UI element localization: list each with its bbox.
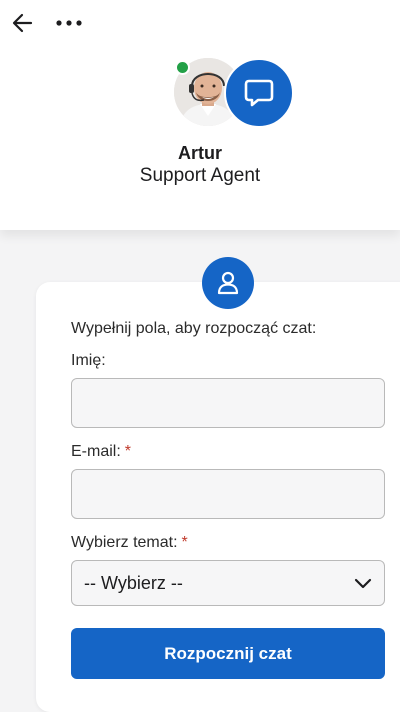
email-label: E-mail: * [71,443,132,460]
arrow-left-icon [12,13,33,33]
more-options-button[interactable] [54,12,84,34]
brand-logo [224,58,294,128]
topic-label: Wybierz temat: * [71,534,188,551]
chat-bubble-icon [244,79,274,107]
agent-name: Artur [178,143,222,163]
online-status-indicator [175,60,190,75]
user-icon [217,271,239,295]
back-button[interactable] [10,10,36,36]
name-label: Imię: [71,352,106,369]
required-marker: * [124,443,132,460]
name-field[interactable] [71,378,385,428]
more-horizontal-icon [56,20,82,26]
start-chat-button[interactable]: Rozpocznij czat [71,628,385,679]
chat-header: Artur Support Agent [0,0,400,230]
chevron-down-icon [354,578,372,589]
required-marker: * [181,534,188,551]
agent-avatar-group [172,58,296,130]
topic-select[interactable]: -- Wybierz -- [71,560,385,606]
email-field[interactable] [71,469,385,519]
email-input[interactable] [72,470,384,518]
agent-role: Support Agent [139,165,261,186]
form-intro-text: Wypełnij pola, aby rozpocząć czat: [71,320,317,337]
topic-selected-value: -- Wybierz -- [84,572,183,593]
form-user-badge [202,257,254,309]
name-input[interactable] [72,379,384,427]
